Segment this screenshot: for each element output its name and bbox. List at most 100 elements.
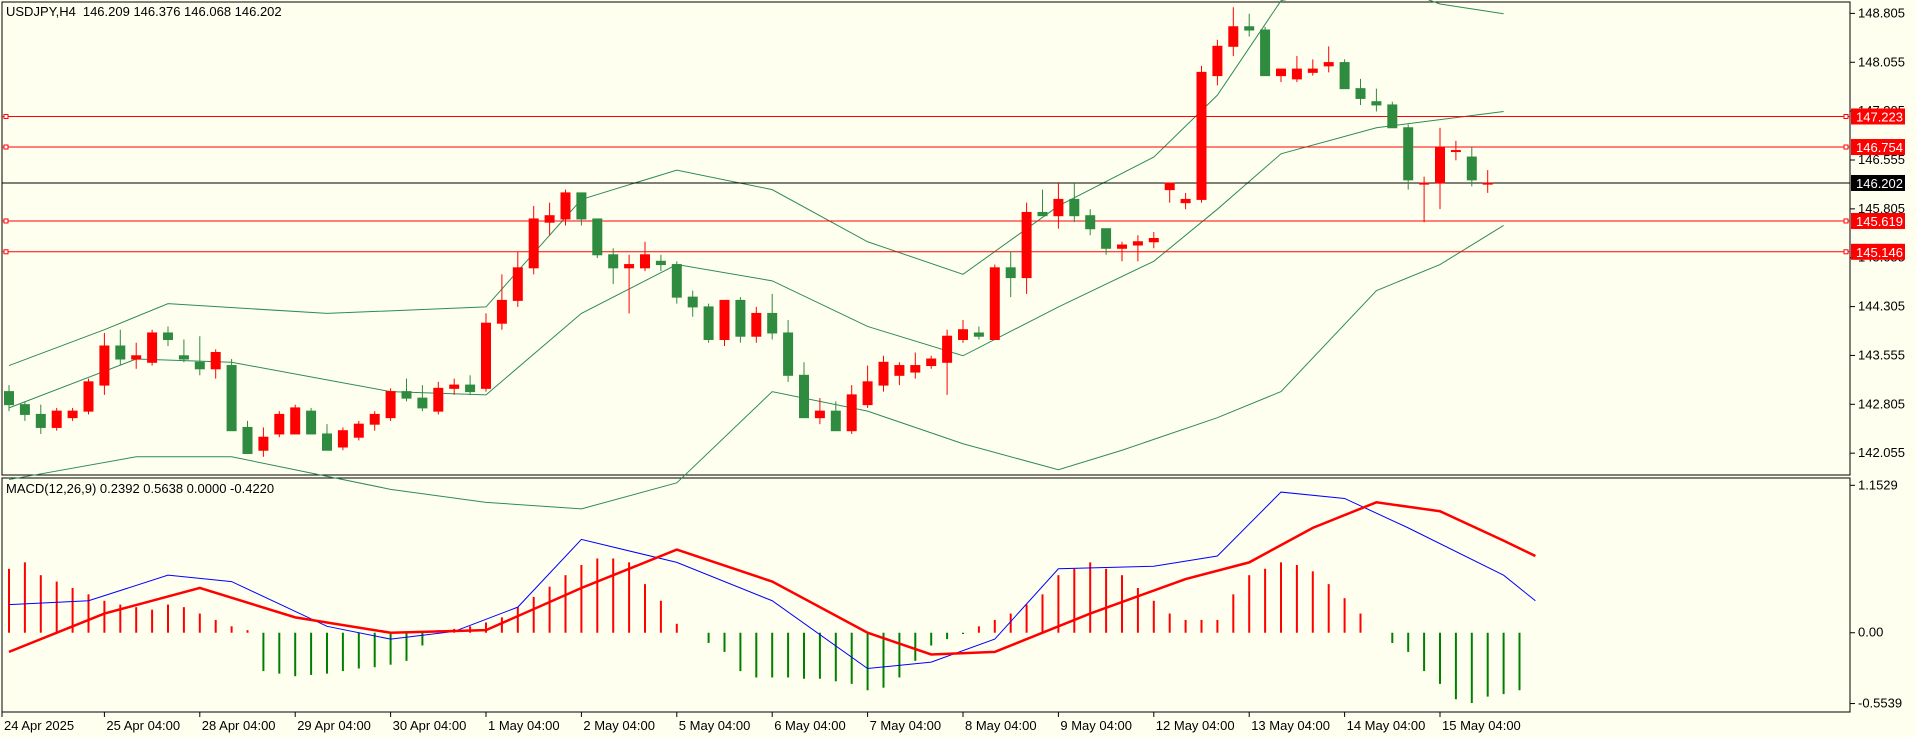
time-tick-label: 30 Apr 04:00 [393,718,467,733]
time-tick-label: 28 Apr 04:00 [202,718,276,733]
time-tick-label: 7 May 04:00 [870,718,942,733]
candle-body [496,299,507,324]
chart-window[interactable]: 148.805148.055147.305146.555145.805145.0… [0,0,1916,737]
candle-body [19,404,30,415]
candle-body [830,410,841,432]
candle-body [4,391,14,406]
candle-body [433,387,444,412]
candle-body [1291,68,1302,80]
candle-body [1387,104,1398,129]
candle-body [1450,150,1461,153]
candle-body [703,306,714,340]
chart-svg[interactable]: 148.805148.055147.305146.555145.805145.0… [0,0,1916,737]
candle-body [1164,182,1175,191]
level-anchor-right [1843,144,1849,150]
candle-body [1228,26,1239,47]
candle-body [35,413,46,428]
candle-body [1419,182,1430,185]
price-tick-label: 142.055 [1858,445,1905,460]
candle-body [942,335,953,363]
candle-body [687,296,698,308]
candle-body [989,267,1000,340]
candle-body [1148,238,1159,243]
candle-body [449,384,460,389]
candle-body [131,355,142,360]
candle-body [767,312,778,334]
time-tick-label: 9 May 04:00 [1060,718,1132,733]
candle-body [1132,241,1143,246]
candle-body [369,413,380,425]
candle-body [878,361,889,386]
candle-body [465,384,476,393]
candle-body [671,264,682,298]
time-tick-label: 5 May 04:00 [679,718,751,733]
candle-body [353,423,364,438]
level-anchor-left [3,113,9,119]
macd-tick-label: 0.00 [1858,625,1883,640]
level-anchor-right [1843,218,1849,224]
candle-body [210,352,221,370]
candle-body [1260,29,1271,77]
time-tick-label: 2 May 04:00 [583,718,655,733]
macd-signal-line [8,501,1536,656]
candle-body [1053,198,1064,217]
bollinger-middle-line [8,110,1504,409]
candle-body [83,381,94,412]
candle-body [973,332,984,337]
candle-body [1371,101,1382,106]
candle-body [783,332,794,376]
candle-body [1403,127,1414,181]
candle-body [592,218,603,256]
candle-body [799,374,809,419]
candle-body [1466,156,1477,181]
candle-body [544,215,555,223]
time-tick-label: 1 May 04:00 [488,718,560,733]
candle-body [274,413,285,435]
macd-tick-label: -0.5539 [1858,696,1902,711]
candle-body [608,254,619,269]
candle-body [910,365,921,373]
candle-body [99,345,110,386]
candle-body [862,381,873,406]
time-tick-label: 24 Apr 2025 [4,718,74,733]
candle-body [51,410,62,428]
level-price-tag-label: 147.223 [1856,109,1903,124]
ohlc-label: 146.209 146.376 146.068 146.202 [83,4,282,19]
candle-body [624,264,635,269]
candle-body [417,397,428,409]
candle-body [337,430,348,448]
price-tick-label: 142.805 [1858,396,1905,411]
time-tick-label: 6 May 04:00 [774,718,846,733]
macd-tick-label: 1.1529 [1858,477,1898,492]
candle-body [528,218,539,269]
candle-body [163,332,173,340]
candle-body [1037,211,1048,217]
time-tick-label: 15 May 04:00 [1442,718,1521,733]
candle-body [846,394,857,432]
candle-body [322,433,332,451]
candle-body [1276,68,1286,77]
candle-body [178,355,189,360]
candle-body [735,299,746,337]
candle-body [1021,211,1032,279]
level-anchor-left [3,249,9,255]
candle-body [481,322,491,389]
time-tick-label: 13 May 04:00 [1251,718,1330,733]
candle-body [640,254,650,269]
symbol-label: USDJPY,H4 [6,4,76,19]
candle-body [1196,71,1207,200]
level-price-tag-label: 145.146 [1856,245,1903,260]
level-price-tag-label: 145.619 [1856,214,1903,229]
price-tick-label: 148.805 [1858,5,1905,20]
macd-info-label: MACD(12,26,9) 0.2392 0.5638 0.0000 -0.42… [6,481,274,496]
candle-body [226,365,237,432]
candle-body [306,410,317,435]
candle-body [147,332,158,363]
candle-body [1117,244,1127,249]
candle-body [1339,62,1350,90]
candle-body [814,410,825,419]
candle-body [1212,45,1223,77]
candle-body [576,192,587,220]
candle-body [719,299,730,340]
candle-body [1244,26,1255,31]
